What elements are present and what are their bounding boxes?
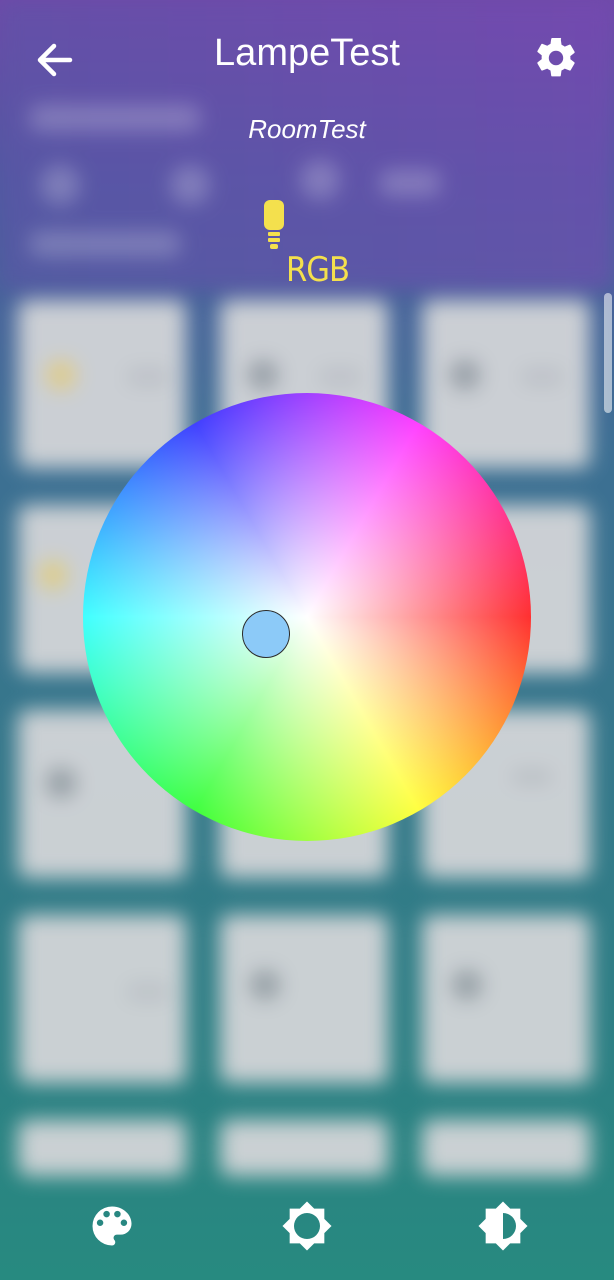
blurred-tile xyxy=(422,1120,590,1176)
blurred-tile xyxy=(220,1120,388,1176)
brightness-icon xyxy=(282,1201,332,1251)
room-name: RoomTest xyxy=(248,114,366,144)
palette-icon xyxy=(92,1206,132,1246)
color-wheel[interactable] xyxy=(83,393,531,841)
blurred-tile xyxy=(18,915,186,1083)
contrast-icon xyxy=(478,1201,528,1251)
scrollbar-thumb xyxy=(604,293,612,413)
settings-button[interactable] xyxy=(532,34,580,82)
lamp-name-title: LampeTest xyxy=(214,32,400,74)
blurred-tile xyxy=(422,915,590,1083)
bottom-nav xyxy=(0,1190,614,1280)
blurred-line xyxy=(380,170,440,196)
blurred-dot xyxy=(170,165,210,205)
color-tab-button[interactable] xyxy=(86,1200,138,1252)
contrast-tab-button[interactable] xyxy=(477,1200,529,1252)
color-mode-label: RGB xyxy=(286,250,350,290)
top-bar: LampeTest RoomTest xyxy=(0,0,614,144)
brightness-tab-button[interactable] xyxy=(281,1200,333,1252)
blurred-dot xyxy=(300,160,340,200)
blurred-dot xyxy=(40,165,80,205)
gear-icon xyxy=(537,37,575,77)
blurred-tile xyxy=(220,915,388,1083)
blurred-tile xyxy=(18,300,186,468)
blurred-line xyxy=(30,232,180,256)
lamp-status xyxy=(262,200,286,252)
lightbulb-icon xyxy=(264,200,284,249)
color-picker-handle[interactable] xyxy=(242,610,290,658)
blurred-tile xyxy=(18,1120,186,1176)
